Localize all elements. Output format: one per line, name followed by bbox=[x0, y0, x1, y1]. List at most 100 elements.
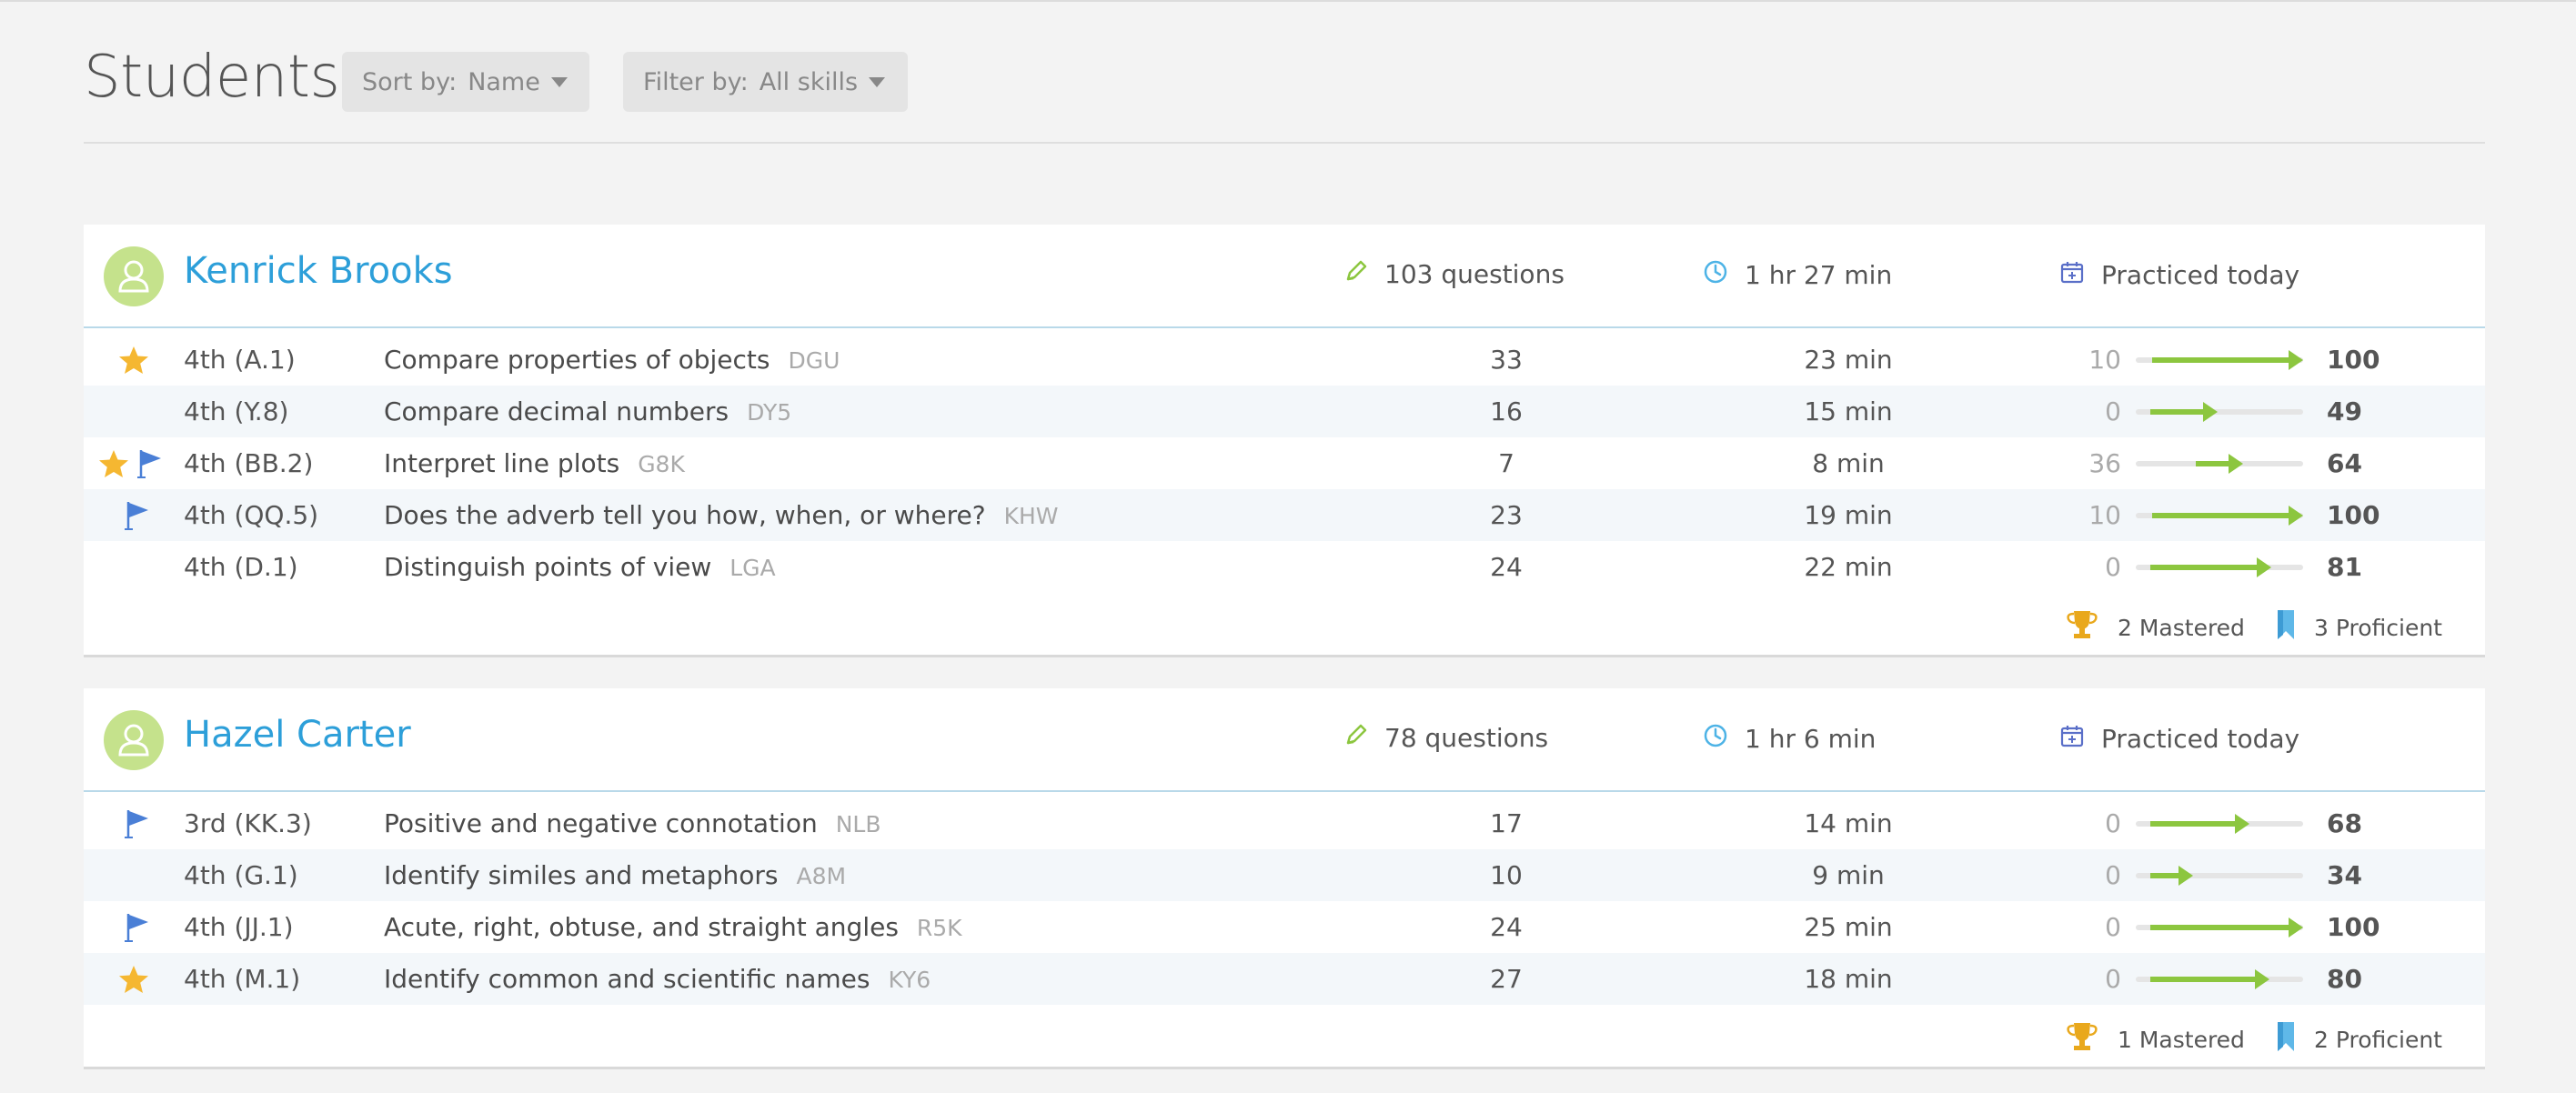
end-score: 34 bbox=[2327, 860, 2362, 890]
skill-name-link[interactable]: Compare decimal numbers DY5 bbox=[384, 386, 791, 438]
flag-icon bbox=[136, 448, 164, 486]
skill-row[interactable]: 4th (BB.2) Interpret line plots G8K 7 8 min 3… bbox=[84, 437, 2485, 489]
start-score: 10 bbox=[2088, 345, 2121, 375]
skill-row[interactable]: 4th (QQ.5) Does the adverb tell you how, … bbox=[84, 489, 2485, 541]
flag-icon bbox=[124, 500, 151, 537]
star-icon bbox=[118, 965, 149, 1000]
skill-name: Compare properties of objects bbox=[384, 345, 770, 375]
skill-questions: 24 bbox=[1490, 552, 1523, 582]
filter-value: All skills bbox=[759, 67, 859, 96]
clock-icon bbox=[1703, 259, 1745, 291]
skill-row[interactable]: 4th (JJ.1) Acute, right, obtuse, and stra… bbox=[84, 901, 2485, 953]
student-name-link[interactable]: Kenrick Brooks bbox=[184, 250, 453, 292]
pencil-icon bbox=[1344, 259, 1384, 289]
start-score: 36 bbox=[2088, 448, 2121, 478]
bookmark-icon bbox=[2276, 609, 2314, 646]
sort-label: Sort by: bbox=[362, 67, 458, 96]
skill-questions: 16 bbox=[1490, 396, 1523, 426]
time-spent: 1 hr 27 min bbox=[1745, 260, 1893, 290]
skill-row[interactable]: 3rd (KK.3) Positive and negative connotat… bbox=[84, 797, 2485, 849]
user-avatar-icon[interactable] bbox=[104, 710, 164, 770]
sort-value: Name bbox=[468, 67, 540, 96]
skill-name: Acute, right, obtuse, and straight angle… bbox=[384, 912, 899, 942]
score-progress-fill bbox=[2150, 873, 2180, 878]
skill-name-link[interactable]: Compare properties of objects DGU bbox=[384, 334, 840, 386]
end-score: 80 bbox=[2327, 964, 2362, 994]
proficient-count: 3 Proficient bbox=[2314, 614, 2442, 641]
time-stat: 1 hr 27 min bbox=[1703, 259, 1892, 291]
score-progress-bar bbox=[2136, 506, 2303, 526]
score-progress-fill bbox=[2150, 565, 2259, 570]
star-icon bbox=[118, 346, 149, 381]
trophy-icon bbox=[2065, 1021, 2118, 1058]
skill-name-link[interactable]: Does the adverb tell you how, when, or w… bbox=[384, 489, 1059, 542]
skill-row[interactable]: 4th (Y.8) Compare decimal numbers DY5 16 15 … bbox=[84, 386, 2485, 437]
pencil-icon bbox=[1344, 723, 1384, 753]
score-progress-arrow bbox=[2178, 866, 2193, 886]
score-progress-bar bbox=[2136, 814, 2303, 834]
score-progress-bar bbox=[2136, 866, 2303, 886]
skill-grade: 4th (M.1) bbox=[184, 964, 301, 994]
score-progress-arrow bbox=[2289, 918, 2303, 938]
end-score: 100 bbox=[2327, 912, 2380, 942]
questions-count: 103 questions bbox=[1384, 259, 1565, 289]
skill-name: Does the adverb tell you how, when, or w… bbox=[384, 500, 986, 530]
skill-code: KHW bbox=[1003, 503, 1059, 529]
filter-dropdown[interactable]: Filter by: All skills bbox=[623, 52, 908, 112]
skill-code: NLB bbox=[835, 811, 881, 837]
skill-questions: 10 bbox=[1490, 860, 1523, 890]
student-card: Hazel Carter 78 questions 1 hr 6 min Practi… bbox=[84, 688, 2485, 1067]
skill-time: 15 min bbox=[1804, 396, 1893, 426]
top-divider bbox=[0, 0, 2576, 2]
sort-dropdown[interactable]: Sort by: Name bbox=[342, 52, 589, 112]
skill-code: R5K bbox=[916, 915, 962, 941]
star-icon bbox=[98, 449, 129, 485]
skill-name-link[interactable]: Distinguish points of view LGA bbox=[384, 541, 776, 594]
skill-questions: 7 bbox=[1498, 448, 1514, 478]
time-spent: 1 hr 6 min bbox=[1745, 724, 1877, 754]
score-progress-arrow bbox=[2203, 402, 2219, 422]
mastered-summary: 2 Mastered bbox=[2065, 609, 2245, 646]
skill-name-link[interactable]: Acute, right, obtuse, and straight angle… bbox=[384, 901, 962, 954]
skill-questions: 27 bbox=[1490, 964, 1523, 994]
chevron-down-icon bbox=[869, 76, 886, 87]
time-stat: 1 hr 6 min bbox=[1703, 723, 1876, 755]
skill-row[interactable]: 4th (A.1) Compare properties of objects DG… bbox=[84, 334, 2485, 386]
practiced-text: Practiced today bbox=[2101, 724, 2300, 754]
score-progress-fill bbox=[2196, 461, 2230, 466]
score-progress-bar bbox=[2136, 969, 2303, 989]
calendar-icon bbox=[2059, 723, 2101, 755]
skill-code: DGU bbox=[788, 347, 840, 374]
skill-row[interactable]: 4th (G.1) Identify similes and metaphors A… bbox=[84, 849, 2485, 901]
score-progress-arrow bbox=[2289, 506, 2303, 526]
skill-name-link[interactable]: Interpret line plots G8K bbox=[384, 437, 685, 490]
card-summary: 2 Mastered 3 Proficient bbox=[84, 597, 2485, 651]
skill-name-link[interactable]: Identify common and scientific names KY6 bbox=[384, 953, 931, 1006]
filter-label: Filter by: bbox=[643, 67, 749, 96]
proficient-summary: 2 Proficient bbox=[2276, 1021, 2442, 1058]
skill-name: Identify similes and metaphors bbox=[384, 860, 779, 890]
score-progress-arrow bbox=[2255, 969, 2270, 989]
user-avatar-icon[interactable] bbox=[104, 246, 164, 306]
skill-grade: 3rd (KK.3) bbox=[184, 808, 312, 838]
skill-grade: 4th (BB.2) bbox=[184, 448, 314, 478]
score-progress-bar bbox=[2136, 918, 2303, 938]
card-summary: 1 Mastered 2 Proficient bbox=[84, 1008, 2485, 1063]
skill-row[interactable]: 4th (M.1) Identify common and scientific … bbox=[84, 953, 2485, 1005]
skill-name-link[interactable]: Positive and negative connotation NLB bbox=[384, 797, 880, 850]
skill-time: 8 min bbox=[1812, 448, 1885, 478]
student-name-link[interactable]: Hazel Carter bbox=[184, 714, 411, 756]
chevron-down-icon bbox=[550, 76, 568, 87]
proficient-summary: 3 Proficient bbox=[2276, 609, 2442, 646]
page-title: Students bbox=[84, 44, 340, 111]
skill-name: Identify common and scientific names bbox=[384, 964, 870, 994]
skill-name-link[interactable]: Identify similes and metaphors A8M bbox=[384, 849, 846, 902]
calendar-icon bbox=[2059, 259, 2101, 291]
score-progress-arrow bbox=[2289, 350, 2303, 370]
start-score: 0 bbox=[2105, 860, 2121, 890]
skill-row[interactable]: 4th (D.1) Distinguish points of view LGA 24… bbox=[84, 541, 2485, 593]
start-score: 10 bbox=[2088, 500, 2121, 530]
end-score: 81 bbox=[2327, 552, 2362, 582]
score-progress-arrow bbox=[2228, 454, 2243, 474]
skill-name: Interpret line plots bbox=[384, 448, 620, 478]
